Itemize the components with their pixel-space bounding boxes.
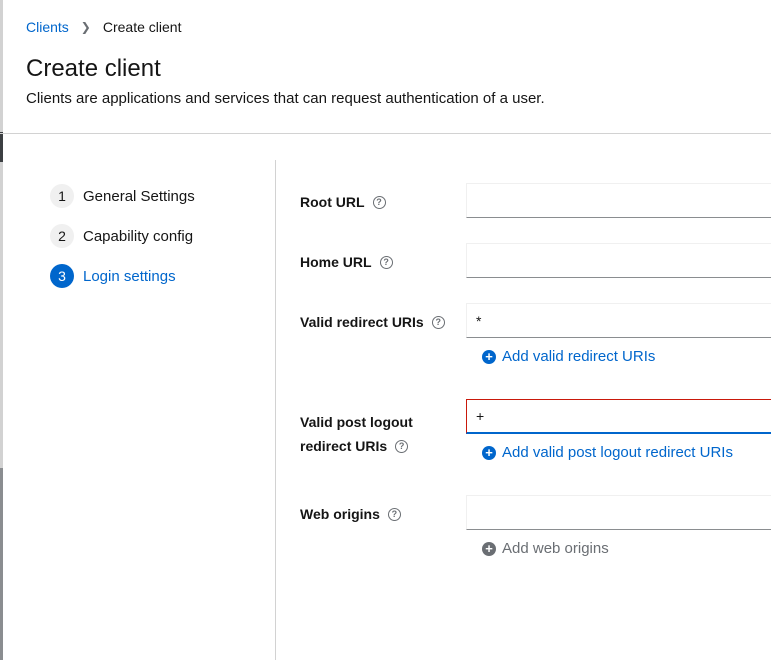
step-number: 2 xyxy=(50,224,74,248)
valid-post-logout-label: Valid post logout redirect URIs ? xyxy=(300,410,413,458)
wizard-step-login-settings[interactable]: 3 Login settings xyxy=(50,263,195,289)
add-web-origins-label: Add web origins xyxy=(502,540,609,557)
window-edge-marker xyxy=(0,132,3,162)
plus-circle-icon: + xyxy=(482,349,496,364)
web-origins-label: Web origins ? xyxy=(300,506,401,522)
page-title: Create client xyxy=(26,55,161,82)
plus-circle-icon: + xyxy=(482,445,496,460)
help-icon[interactable]: ? xyxy=(431,315,445,329)
wizard-step-general-settings[interactable]: 1 General Settings xyxy=(50,183,195,209)
add-valid-post-logout-redirect-uris-button[interactable]: + Add valid post logout redirect URIs xyxy=(482,444,733,461)
plus-circle-icon: + xyxy=(482,541,496,556)
breadcrumb: Clients ❯ Create client xyxy=(26,19,181,35)
valid-redirect-uris-input[interactable] xyxy=(466,303,771,338)
help-icon[interactable]: ? xyxy=(395,439,409,453)
window-edge-marker-lower xyxy=(0,468,3,660)
valid-redirect-uris-label: Valid redirect URIs ? xyxy=(300,314,445,330)
valid-post-logout-label-line1: Valid post logout xyxy=(300,414,413,430)
step-number: 1 xyxy=(50,184,74,208)
valid-redirect-uris-label-text: Valid redirect URIs xyxy=(300,314,424,330)
add-valid-redirect-uris-button[interactable]: + Add valid redirect URIs xyxy=(482,348,655,365)
header-divider xyxy=(0,133,771,134)
wizard-divider xyxy=(275,160,276,660)
root-url-label: Root URL ? xyxy=(300,194,386,210)
step-label: Capability config xyxy=(83,227,194,245)
help-icon[interactable]: ? xyxy=(387,507,401,521)
add-valid-post-logout-redirect-uris-label: Add valid post logout redirect URIs xyxy=(502,444,733,461)
home-url-input[interactable] xyxy=(466,243,771,278)
web-origins-label-text: Web origins xyxy=(300,506,380,522)
valid-post-logout-label-line2-row: redirect URIs ? xyxy=(300,434,413,458)
window-left-edge xyxy=(0,0,3,660)
step-label: General Settings xyxy=(83,187,195,205)
breadcrumb-clients-link[interactable]: Clients xyxy=(26,19,69,35)
wizard-step-capability-config[interactable]: 2 Capability config xyxy=(50,223,195,249)
valid-post-logout-redirect-uris-input[interactable] xyxy=(466,399,771,434)
chevron-right-icon: ❯ xyxy=(80,20,91,34)
add-valid-redirect-uris-label: Add valid redirect URIs xyxy=(502,348,656,365)
wizard-nav: 1 General Settings 2 Capability config 3… xyxy=(50,183,195,303)
breadcrumb-current: Create client xyxy=(102,19,182,35)
root-url-input[interactable] xyxy=(466,183,771,218)
home-url-label-text: Home URL xyxy=(300,254,372,270)
step-number: 3 xyxy=(50,264,74,288)
help-icon[interactable]: ? xyxy=(379,255,393,269)
add-web-origins-button[interactable]: + Add web origins xyxy=(482,540,609,557)
page-description: Clients are applications and services th… xyxy=(26,90,545,107)
home-url-label: Home URL ? xyxy=(300,254,393,270)
help-icon[interactable]: ? xyxy=(372,195,386,209)
valid-post-logout-label-line2: redirect URIs xyxy=(300,438,388,454)
root-url-label-text: Root URL xyxy=(300,194,365,210)
step-label: Login settings xyxy=(83,267,176,285)
web-origins-input[interactable] xyxy=(466,495,771,530)
